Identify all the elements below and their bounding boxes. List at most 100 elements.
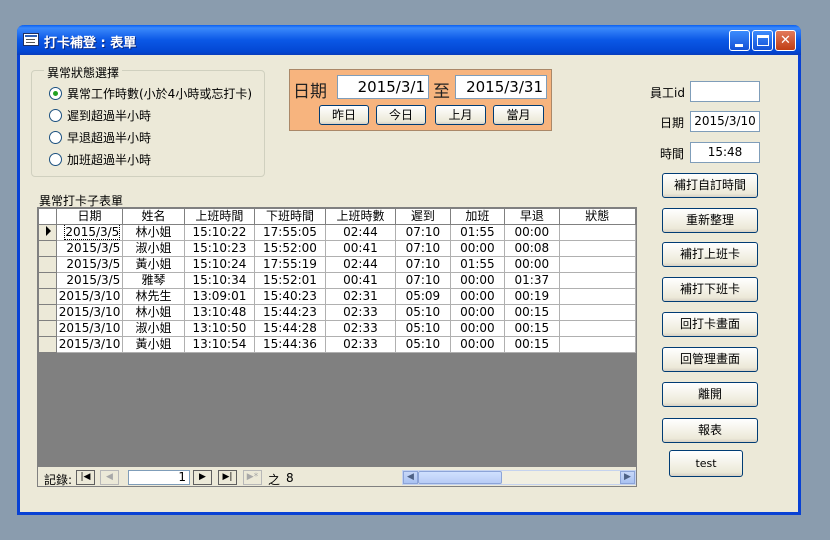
table-cell[interactable]	[558, 240, 636, 257]
table-cell[interactable]: 00:00	[504, 224, 560, 241]
column-header[interactable]: 遲到	[395, 208, 451, 225]
back-to-punch-button[interactable]: 回打卡畫面	[662, 312, 758, 337]
radio-button[interactable]	[49, 152, 62, 166]
table-cell[interactable]: 00:41	[324, 272, 397, 289]
prev-record-button[interactable]: ◀	[100, 470, 119, 485]
table-cell[interactable]: 02:33	[324, 336, 397, 353]
scroll-left-arrow-icon[interactable]: ◀	[403, 471, 418, 484]
table-cell[interactable]: 15:44:28	[254, 320, 326, 337]
table-cell[interactable]: 2015/3/5	[55, 224, 124, 241]
table-row[interactable]: 2015/3/10 林小姐 13:10:48 15:44:23 02:33 05:10 00…	[38, 304, 636, 321]
table-cell[interactable]: 13:10:54	[183, 336, 256, 353]
table-cell[interactable]: 13:09:01	[183, 288, 256, 305]
horizontal-scrollbar[interactable]: ◀ ▶	[402, 470, 636, 485]
anomaly-datasheet[interactable]: 日期 姓名 上班時間 下班時間 上班時數 遲到 加班 早退 狀態 2015/3/…	[37, 207, 637, 467]
table-cell[interactable]	[558, 272, 636, 289]
back-to-admin-button[interactable]: 回管理畫面	[662, 347, 758, 372]
table-cell[interactable]: 02:33	[324, 304, 397, 321]
radio-abnormal-hours[interactable]: 異常工作時數(小於4小時或忘打卡)	[49, 84, 252, 102]
table-row[interactable]: 2015/3/5 林小姐 15:10:22 17:55:05 02:44 07:10 01:…	[38, 224, 636, 241]
table-cell[interactable]	[558, 256, 636, 273]
column-header[interactable]: 狀態	[558, 208, 636, 225]
table-cell[interactable]: 01:55	[449, 256, 506, 273]
table-cell[interactable]	[558, 288, 636, 305]
first-record-button[interactable]: |◀	[76, 470, 95, 485]
table-cell[interactable]: 15:10:24	[183, 256, 256, 273]
table-cell[interactable]: 05:10	[395, 304, 451, 321]
table-cell[interactable]: 00:00	[449, 240, 506, 257]
table-cell[interactable]: 02:33	[324, 320, 397, 337]
custom-time-button[interactable]: 補打自訂時間	[662, 173, 758, 198]
table-cell[interactable]: 07:10	[395, 240, 451, 257]
employee-id-input[interactable]	[690, 81, 760, 102]
table-cell[interactable]: 13:10:48	[183, 304, 256, 321]
title-bar[interactable]: 打卡補登 : 表單 ✕	[17, 25, 801, 55]
table-cell[interactable]: 00:19	[504, 288, 560, 305]
row-selector[interactable]	[38, 336, 57, 353]
table-row[interactable]: 2015/3/10 淑小姐 13:10:50 15:44:28 02:33 05:10 00…	[38, 320, 636, 337]
table-cell[interactable]: 黃小姐	[122, 336, 185, 353]
column-header[interactable]: 下班時間	[254, 208, 326, 225]
selector-header[interactable]	[38, 208, 57, 225]
refresh-button[interactable]: 重新整理	[662, 208, 758, 233]
table-row[interactable]: 2015/3/5 淑小姐 15:10:23 15:52:00 00:41 07:10 00:…	[38, 240, 636, 257]
table-cell[interactable]: 13:10:50	[183, 320, 256, 337]
current-record-input[interactable]: 1	[128, 470, 190, 485]
table-cell[interactable]: 07:10	[395, 256, 451, 273]
table-cell[interactable]: 05:10	[395, 320, 451, 337]
test-button[interactable]: test	[669, 450, 743, 477]
table-cell[interactable]	[558, 304, 636, 321]
table-cell[interactable]: 02:44	[324, 224, 397, 241]
table-cell[interactable]: 林小姐	[122, 224, 185, 241]
table-cell[interactable]: 00:15	[504, 336, 560, 353]
scroll-right-arrow-icon[interactable]: ▶	[620, 471, 635, 484]
table-cell[interactable]: 05:10	[395, 336, 451, 353]
table-cell[interactable]: 00:08	[504, 240, 560, 257]
table-cell[interactable]: 17:55:05	[254, 224, 326, 241]
column-header[interactable]: 姓名	[122, 208, 185, 225]
column-header[interactable]: 上班時間	[183, 208, 256, 225]
table-cell[interactable]: 05:09	[395, 288, 451, 305]
minimize-button[interactable]	[729, 30, 750, 51]
table-cell[interactable]: 07:10	[395, 272, 451, 289]
table-cell[interactable]: 17:55:19	[254, 256, 326, 273]
start-date-input[interactable]: 2015/3/1	[337, 75, 429, 99]
table-cell[interactable]	[558, 336, 636, 353]
row-selector[interactable]	[38, 224, 57, 241]
table-cell[interactable]: 15:10:34	[183, 272, 256, 289]
row-selector[interactable]	[38, 256, 57, 273]
column-header[interactable]: 上班時數	[324, 208, 397, 225]
radio-button[interactable]	[49, 130, 62, 144]
date-input[interactable]: 2015/3/10	[690, 111, 760, 132]
last-record-button[interactable]: ▶|	[218, 470, 237, 485]
table-cell[interactable]: 15:52:01	[254, 272, 326, 289]
row-selector[interactable]	[38, 272, 57, 289]
table-cell[interactable]: 2015/3/5	[55, 240, 124, 257]
radio-late[interactable]: 遲到超過半小時	[49, 106, 151, 124]
table-cell[interactable]: 2015/3/10	[55, 304, 124, 321]
table-cell[interactable]: 2015/3/10	[55, 288, 124, 305]
table-cell[interactable]: 15:10:23	[183, 240, 256, 257]
table-row[interactable]: 2015/3/5 雅琴 15:10:34 15:52:01 00:41 07:10 00:0…	[38, 272, 636, 289]
column-header[interactable]: 早退	[504, 208, 560, 225]
table-cell[interactable]: 2015/3/5	[55, 272, 124, 289]
table-cell[interactable]: 2015/3/10	[55, 336, 124, 353]
column-header[interactable]: 日期	[55, 208, 124, 225]
report-button[interactable]: 報表	[662, 418, 758, 443]
table-cell[interactable]: 15:44:23	[254, 304, 326, 321]
table-cell[interactable]: 07:10	[395, 224, 451, 241]
table-cell[interactable]: 雅琴	[122, 272, 185, 289]
table-cell[interactable]: 00:00	[449, 320, 506, 337]
table-cell[interactable]: 林先生	[122, 288, 185, 305]
table-cell[interactable]: 00:41	[324, 240, 397, 257]
table-row[interactable]: 2015/3/10 林先生 13:09:01 15:40:23 02:31 05:09 00…	[38, 288, 636, 305]
end-date-input[interactable]: 2015/3/31	[455, 75, 547, 99]
column-header[interactable]: 加班	[449, 208, 506, 225]
table-cell[interactable]: 15:52:00	[254, 240, 326, 257]
row-selector[interactable]	[38, 320, 57, 337]
radio-button[interactable]	[49, 108, 62, 122]
table-cell[interactable]: 15:10:22	[183, 224, 256, 241]
table-cell[interactable]: 00:00	[449, 336, 506, 353]
table-row[interactable]: 2015/3/5 黃小姐 15:10:24 17:55:19 02:44 07:10 01:…	[38, 256, 636, 273]
table-cell[interactable]: 00:15	[504, 304, 560, 321]
